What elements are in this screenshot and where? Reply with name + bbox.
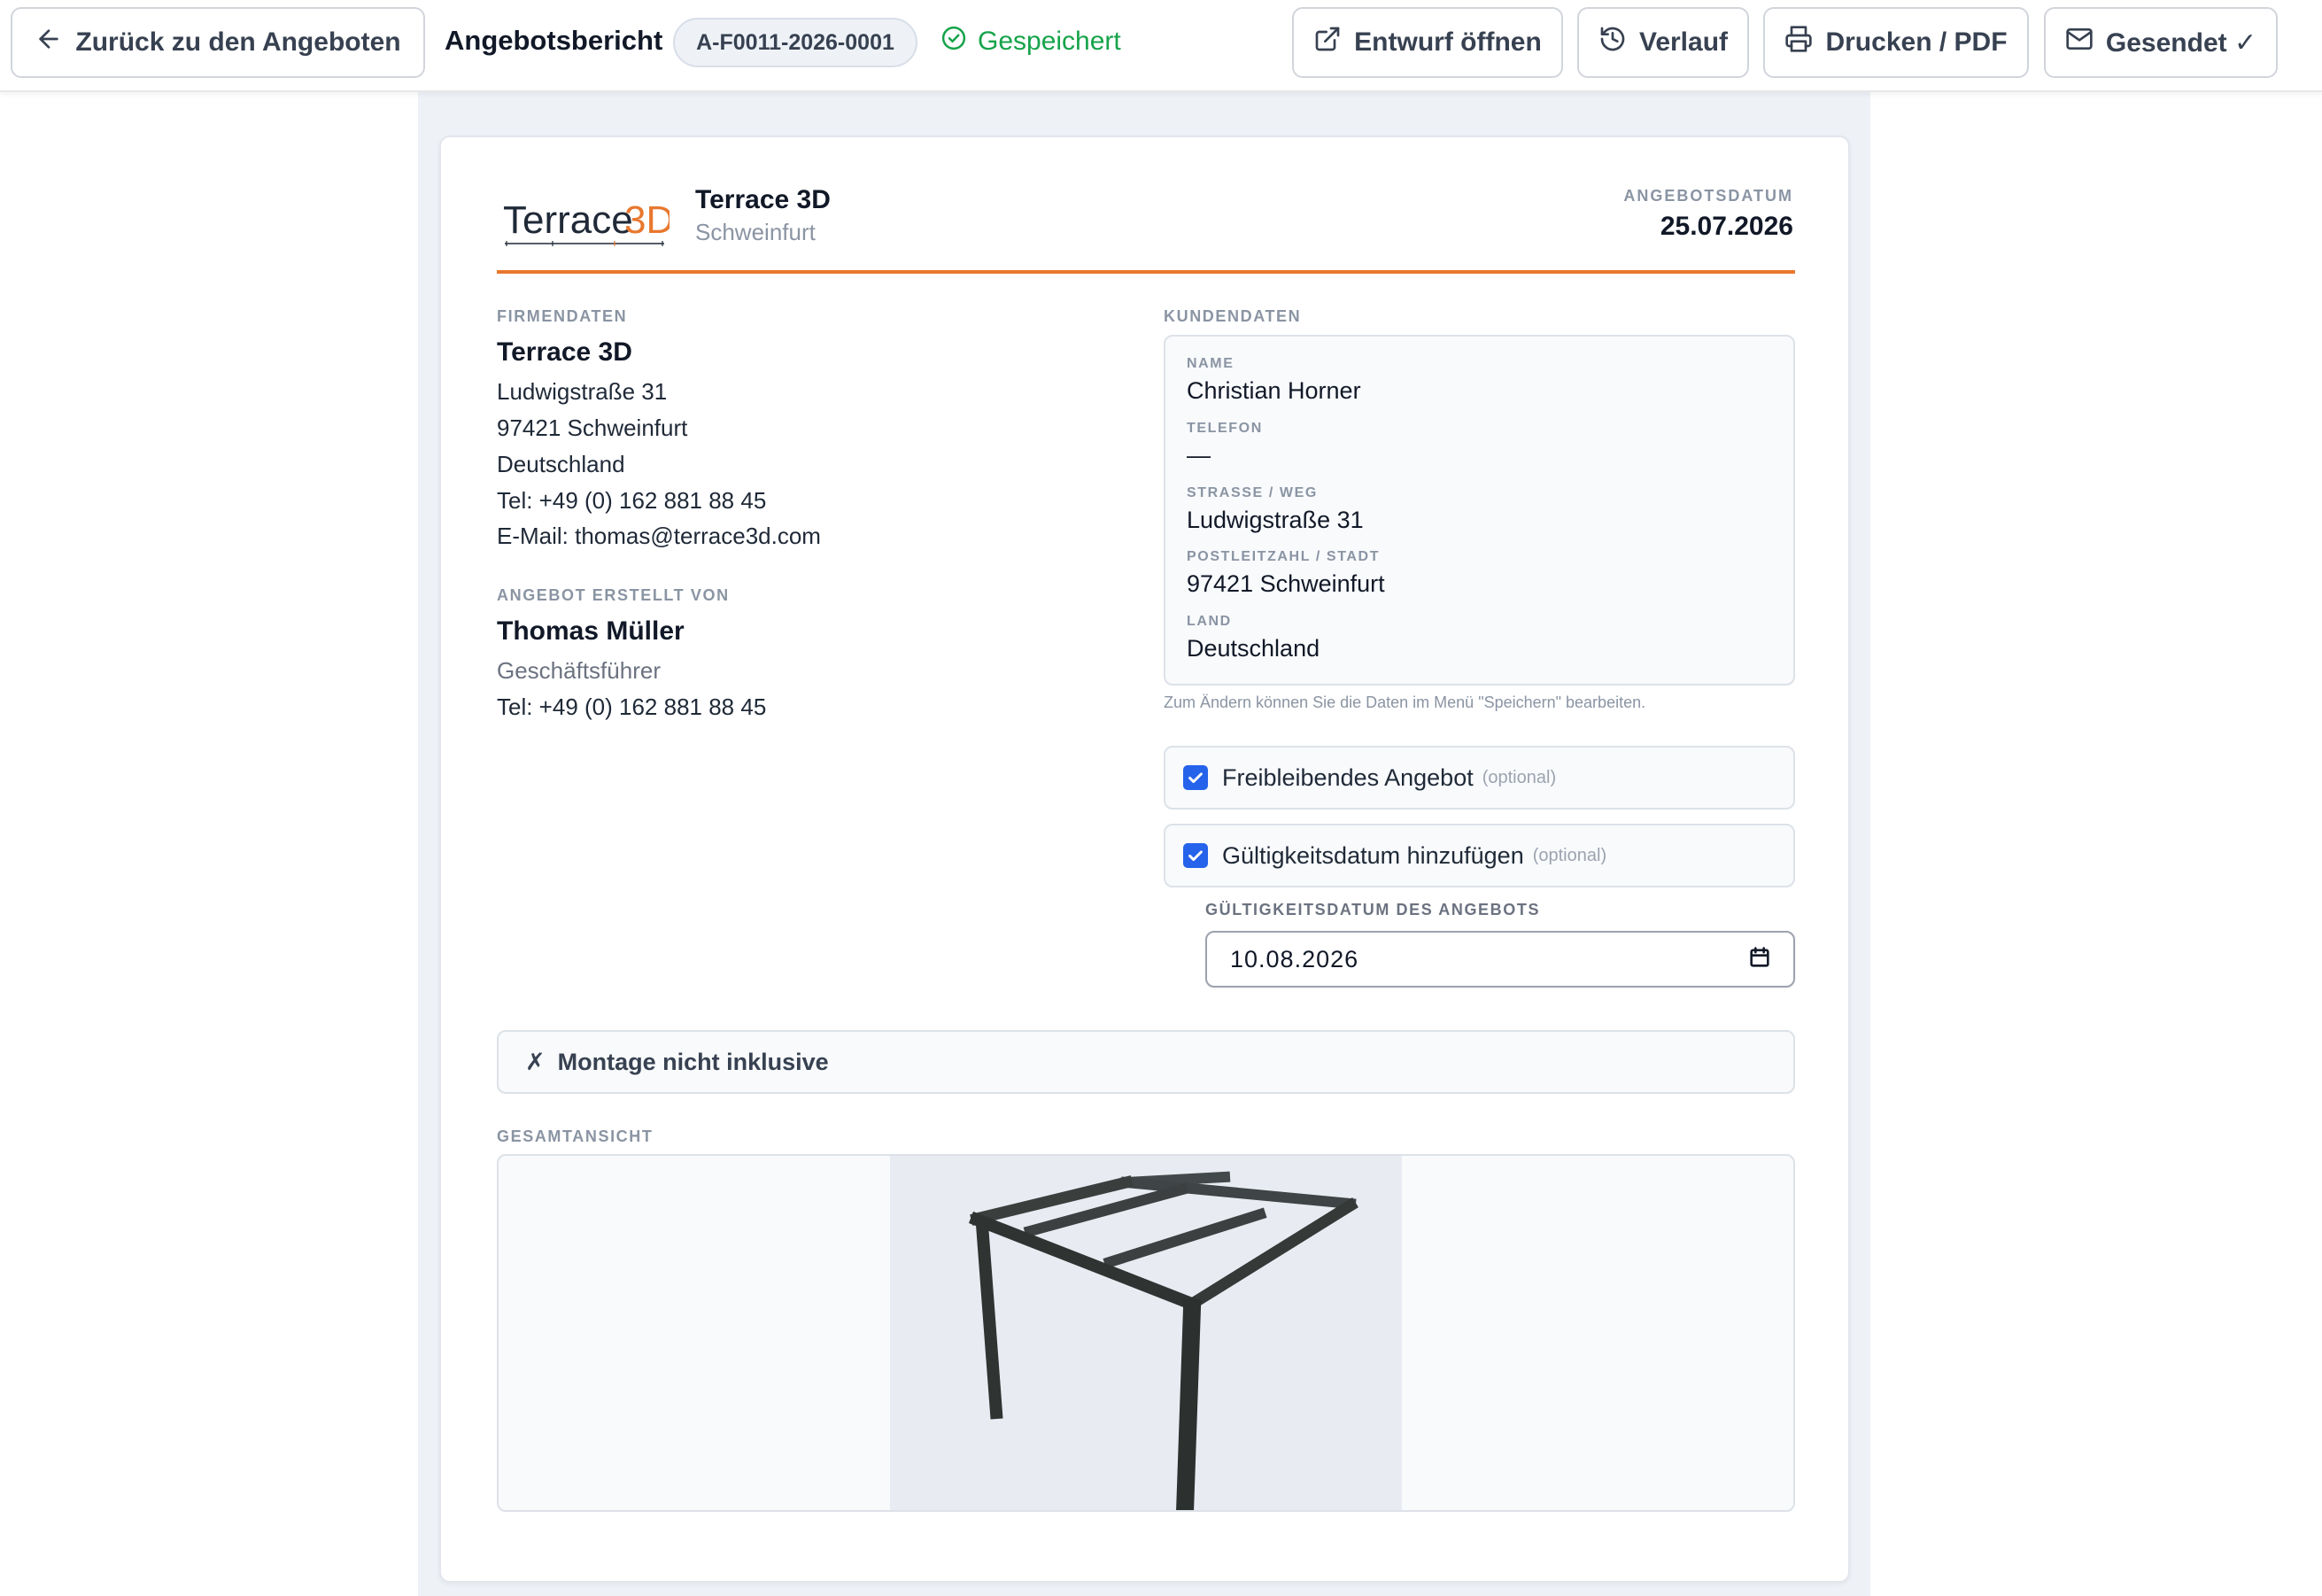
- company-street: Ludwigstraße 31: [497, 378, 668, 405]
- company-city: 97421 Schweinfurt: [497, 414, 688, 441]
- creator-phone: Tel: +49 (0) 162 881 88 45: [497, 693, 767, 720]
- company-email: E-Mail: thomas@terrace3d.com: [497, 523, 821, 549]
- history-button[interactable]: Verlauf: [1577, 7, 1749, 78]
- validity-checkbox[interactable]: [1183, 843, 1208, 868]
- overview-label: GESAMTANSICHT: [497, 1127, 654, 1145]
- check-circle-icon: [940, 25, 967, 58]
- customer-data-box: NAME Christian Horner TELEFON — STRASSE …: [1164, 335, 1795, 686]
- saved-status-label: Gespeichert: [978, 27, 1121, 56]
- open-draft-label: Entwurf öffnen: [1354, 27, 1542, 57]
- company-country: Deutschland: [497, 451, 625, 477]
- offer-date-label: ANGEBOTSDATUM: [1623, 187, 1793, 205]
- montage-notice: ✗ Montage nicht inklusive: [497, 1030, 1795, 1094]
- page-title: Angebotsbericht: [445, 25, 663, 56]
- montage-text: Montage nicht inklusive: [557, 1048, 829, 1075]
- customer-data-label: KUNDENDATEN: [1164, 307, 1302, 325]
- printer-icon: [1784, 25, 1813, 60]
- customer-phone-label: TELEFON: [1187, 421, 1263, 436]
- top-toolbar: Zurück zu den Angeboten Angebotsbericht …: [0, 0, 2322, 92]
- company-data-label: FIRMENDATEN: [497, 307, 628, 325]
- company-logo: Terrace 3D: [499, 189, 674, 251]
- customer-zip-city: 97421 Schweinfurt: [1187, 570, 1385, 597]
- history-label: Verlauf: [1638, 27, 1729, 57]
- history-icon: [1598, 25, 1627, 60]
- validity-label: Gültigkeitsdatum hinzufügen: [1222, 841, 1524, 869]
- customer-country-label: LAND: [1187, 614, 1232, 629]
- external-link-icon: [1313, 25, 1342, 60]
- saved-status: Gespeichert: [940, 25, 1121, 58]
- open-draft-button[interactable]: Entwurf öffnen: [1292, 7, 1563, 78]
- customer-zip-label: POSTLEITZAHL / STADT: [1187, 549, 1381, 564]
- customer-country: Deutschland: [1187, 635, 1320, 662]
- cross-mark-icon: ✗: [525, 1048, 546, 1075]
- company-phone: Tel: +49 (0) 162 881 88 45: [497, 487, 767, 514]
- customer-name: Christian Horner: [1187, 377, 1361, 404]
- validity-option[interactable]: Gültigkeitsdatum hinzufügen (optional): [1164, 824, 1795, 887]
- offer-date-value: 25.07.2026: [1660, 212, 1793, 241]
- overview-viewer[interactable]: [497, 1154, 1795, 1512]
- freibleibend-option[interactable]: Freibleibendes Angebot (optional): [1164, 746, 1795, 810]
- freibleibend-label: Freibleibendes Angebot: [1222, 763, 1474, 791]
- freibleibend-optional-tag: (optional): [1482, 767, 1557, 787]
- validity-date-input[interactable]: 10.08.2026: [1205, 931, 1795, 988]
- header-company-city: Schweinfurt: [695, 219, 816, 245]
- checkmark-icon: [1188, 772, 1203, 784]
- creator-name: Thomas Müller: [497, 616, 685, 646]
- svg-text:Terrace: Terrace: [503, 198, 633, 242]
- validity-optional-tag: (optional): [1532, 845, 1607, 865]
- offer-report-card: Terrace 3D Terrace 3D Schweinfurt ANGEBO…: [439, 136, 1850, 1583]
- freibleibend-checkbox[interactable]: [1183, 765, 1208, 790]
- sent-label: Gesendet ✓: [2105, 27, 2257, 58]
- customer-name-label: NAME: [1187, 356, 1235, 371]
- sent-button[interactable]: Gesendet ✓: [2044, 7, 2278, 78]
- customer-street: Ludwigstraße 31: [1187, 507, 1364, 533]
- calendar-icon[interactable]: [1747, 945, 1772, 974]
- customer-street-label: STRASSE / WEG: [1187, 485, 1318, 500]
- validity-date-label: GÜLTIGKEITSDATUM DES ANGEBOTS: [1205, 901, 1541, 918]
- svg-text:3D: 3D: [624, 198, 670, 242]
- company-name: Terrace 3D: [497, 337, 632, 367]
- header-divider: [497, 270, 1795, 274]
- back-button-label: Zurück zu den Angeboten: [75, 27, 401, 57]
- validity-date-value: 10.08.2026: [1230, 945, 1359, 972]
- pergola-3d-render: [890, 1156, 1402, 1510]
- customer-edit-hint: Zum Ändern können Sie die Daten im Menü …: [1164, 693, 1646, 711]
- mail-icon: [2065, 25, 2094, 60]
- creator-label: ANGEBOT ERSTELLT VON: [497, 586, 730, 604]
- creator-role: Geschäftsführer: [497, 657, 661, 684]
- document-number-badge: A-F0011-2026-0001: [673, 18, 917, 67]
- customer-phone: —: [1187, 442, 1211, 469]
- header-company-name: Terrace 3D: [695, 185, 831, 214]
- arrow-left-icon: [35, 25, 63, 60]
- print-pdf-label: Drucken / PDF: [1825, 27, 2008, 57]
- checkmark-icon: [1188, 850, 1203, 862]
- print-pdf-button[interactable]: Drucken / PDF: [1763, 7, 2029, 78]
- back-to-offers-button[interactable]: Zurück zu den Angeboten: [11, 7, 425, 78]
